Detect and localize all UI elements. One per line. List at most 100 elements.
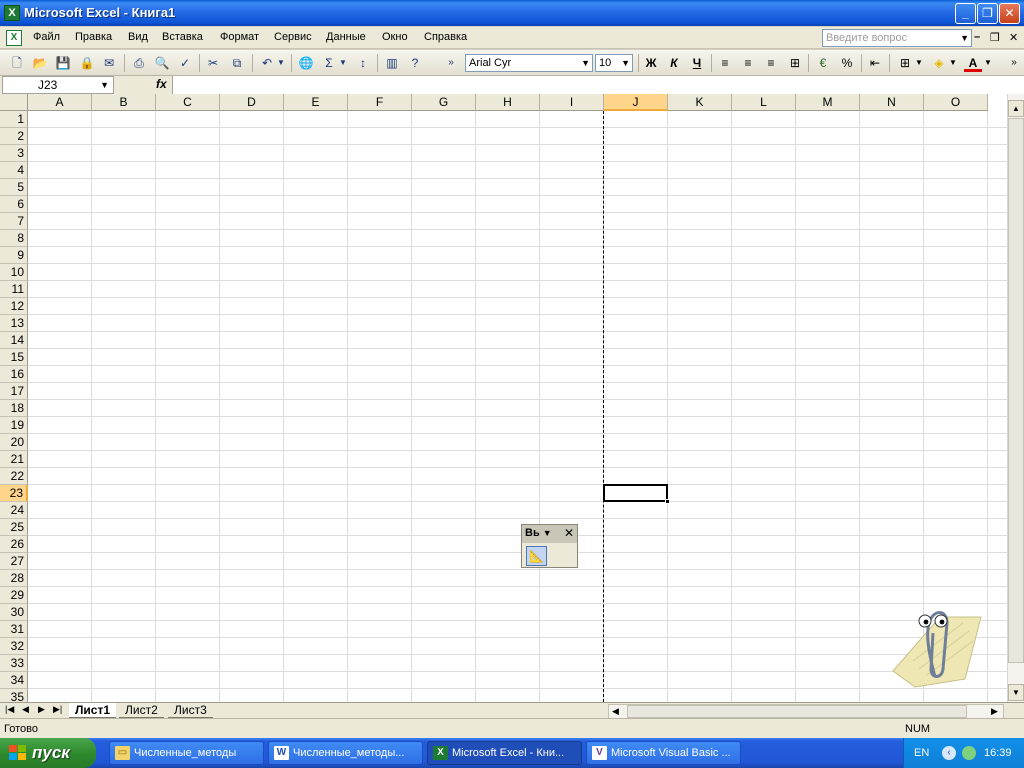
row-header[interactable]: 32	[0, 638, 28, 655]
help-icon[interactable]: ?	[406, 54, 424, 72]
sheet-tab-3[interactable]: Лист3	[168, 703, 213, 718]
cut-icon[interactable]: ✂	[204, 54, 222, 72]
row-header[interactable]: 2	[0, 128, 28, 145]
sheet-tab-1[interactable]: Лист1	[69, 703, 117, 718]
column-header[interactable]: F	[348, 94, 412, 111]
vertical-scrollbar[interactable]: ▲ ▼	[1007, 94, 1024, 702]
font-name-select[interactable]: Arial Cyr ▼	[465, 54, 593, 72]
autosum-dropdown-icon[interactable]: ▼	[338, 54, 348, 72]
menu-data[interactable]: Данные	[326, 31, 366, 43]
print-icon[interactable]: ⎙	[130, 54, 148, 72]
close-button[interactable]: ✕	[999, 3, 1020, 24]
column-header[interactable]: M	[796, 94, 860, 111]
horizontal-scroll-thumb[interactable]	[627, 705, 967, 718]
permission-icon[interactable]: 🔒	[78, 54, 96, 72]
row-header[interactable]: 15	[0, 349, 28, 366]
column-header[interactable]: H	[476, 94, 540, 111]
scroll-up-icon[interactable]: ▲	[1008, 100, 1024, 117]
excel-app-icon[interactable]: X	[4, 5, 20, 21]
spelling-icon[interactable]: ✓	[176, 54, 194, 72]
vertical-scroll-thumb[interactable]	[1008, 118, 1024, 663]
name-box[interactable]: J23 ▼	[2, 76, 114, 94]
row-header[interactable]: 28	[0, 570, 28, 587]
insert-function-icon[interactable]: fx	[156, 77, 167, 91]
row-header[interactable]: 6	[0, 196, 28, 213]
row-header[interactable]: 5	[0, 179, 28, 196]
taskbar-item-folder[interactable]: ▭ Численные_методы	[109, 741, 264, 765]
row-header[interactable]: 21	[0, 451, 28, 468]
row-header[interactable]: 26	[0, 536, 28, 553]
chevron-down-icon[interactable]: ▼	[543, 528, 552, 538]
percent-style-icon[interactable]: %	[838, 54, 856, 72]
doc-restore-button[interactable]: ❐	[990, 31, 1000, 44]
fill-color-icon[interactable]: ◈	[930, 54, 948, 72]
bold-button[interactable]: Ж	[642, 54, 660, 72]
row-header[interactable]: 9	[0, 247, 28, 264]
borders-dropdown-icon[interactable]: ▼	[914, 54, 924, 72]
close-icon[interactable]: ✕	[564, 526, 574, 540]
chevron-down-icon[interactable]: ▼	[960, 30, 969, 46]
align-right-icon[interactable]: ≡	[762, 54, 780, 72]
sheet-tab-2[interactable]: Лист2	[119, 703, 164, 718]
row-header[interactable]: 22	[0, 468, 28, 485]
next-sheet-icon[interactable]: ▶	[38, 704, 45, 715]
row-header[interactable]: 23	[0, 485, 28, 502]
row-header[interactable]: 10	[0, 264, 28, 281]
column-header[interactable]: J	[604, 94, 668, 111]
font-color-icon[interactable]: A	[964, 54, 982, 72]
last-sheet-icon[interactable]: ▶|	[53, 704, 62, 715]
doc-minimize-button[interactable]: –	[974, 31, 980, 43]
italic-button[interactable]: К	[665, 54, 683, 72]
column-header[interactable]: G	[412, 94, 476, 111]
scroll-right-icon[interactable]: ▶	[991, 706, 998, 717]
column-header[interactable]: D	[220, 94, 284, 111]
row-header[interactable]: 30	[0, 604, 28, 621]
borders-icon[interactable]: ⊞	[896, 54, 914, 72]
column-header[interactable]: I	[540, 94, 604, 111]
row-header[interactable]: 7	[0, 213, 28, 230]
doc-close-button[interactable]: ✕	[1009, 31, 1018, 44]
row-header[interactable]: 35	[0, 689, 28, 702]
hyperlink-icon[interactable]: 🌐	[297, 54, 315, 72]
save-icon[interactable]: 💾	[54, 54, 72, 72]
column-header[interactable]: N	[860, 94, 924, 111]
align-center-icon[interactable]: ≡	[739, 54, 757, 72]
control-toolbox-floating-toolbar[interactable]: Вь ▼ ✕ 📐	[521, 524, 578, 568]
chevron-down-icon[interactable]: ▼	[100, 77, 109, 93]
row-header[interactable]: 33	[0, 655, 28, 672]
align-left-icon[interactable]: ≡	[716, 54, 734, 72]
column-header[interactable]: L	[732, 94, 796, 111]
column-header[interactable]: B	[92, 94, 156, 111]
worksheet-grid[interactable]: A B C D E F G H I J K L M N O 1 2 3 4 5 6 7 8 9 10 11 12 13 14 15 16 17…	[0, 94, 1007, 702]
copy-icon[interactable]: ⧉	[228, 54, 246, 72]
menu-file[interactable]: Файл	[33, 31, 60, 43]
column-header[interactable]: O	[924, 94, 988, 111]
language-indicator[interactable]: EN	[914, 747, 929, 759]
sort-ascending-icon[interactable]: ↕	[354, 54, 372, 72]
row-header[interactable]: 27	[0, 553, 28, 570]
taskbar-item-vba[interactable]: V Microsoft Visual Basic ...	[586, 741, 741, 765]
row-header[interactable]: 3	[0, 145, 28, 162]
row-header[interactable]: 14	[0, 332, 28, 349]
workbook-icon[interactable]: X	[6, 30, 22, 46]
office-assistant-clippy[interactable]	[885, 599, 985, 689]
row-header[interactable]: 17	[0, 383, 28, 400]
formula-input[interactable]	[172, 76, 1024, 94]
row-header[interactable]: 12	[0, 298, 28, 315]
menu-insert[interactable]: Вставка	[162, 31, 203, 43]
row-header[interactable]: 29	[0, 587, 28, 604]
currency-style-icon[interactable]: €	[814, 54, 832, 72]
print-preview-icon[interactable]: 🔍	[153, 54, 171, 72]
network-icon[interactable]	[962, 746, 976, 760]
tray-expand-icon[interactable]: ‹	[942, 746, 956, 760]
previous-sheet-icon[interactable]: ◀	[22, 704, 29, 715]
menu-view[interactable]: Вид	[128, 31, 148, 43]
row-header[interactable]: 1	[0, 111, 28, 128]
row-header[interactable]: 19	[0, 417, 28, 434]
start-button[interactable]: пуск	[0, 738, 96, 768]
design-mode-icon[interactable]: 📐	[526, 546, 547, 566]
row-header[interactable]: 34	[0, 672, 28, 689]
autosum-icon[interactable]: Σ	[320, 54, 338, 72]
font-color-dropdown-icon[interactable]: ▼	[983, 54, 993, 72]
help-question-input[interactable]: Введите вопрос ▼	[822, 29, 972, 47]
